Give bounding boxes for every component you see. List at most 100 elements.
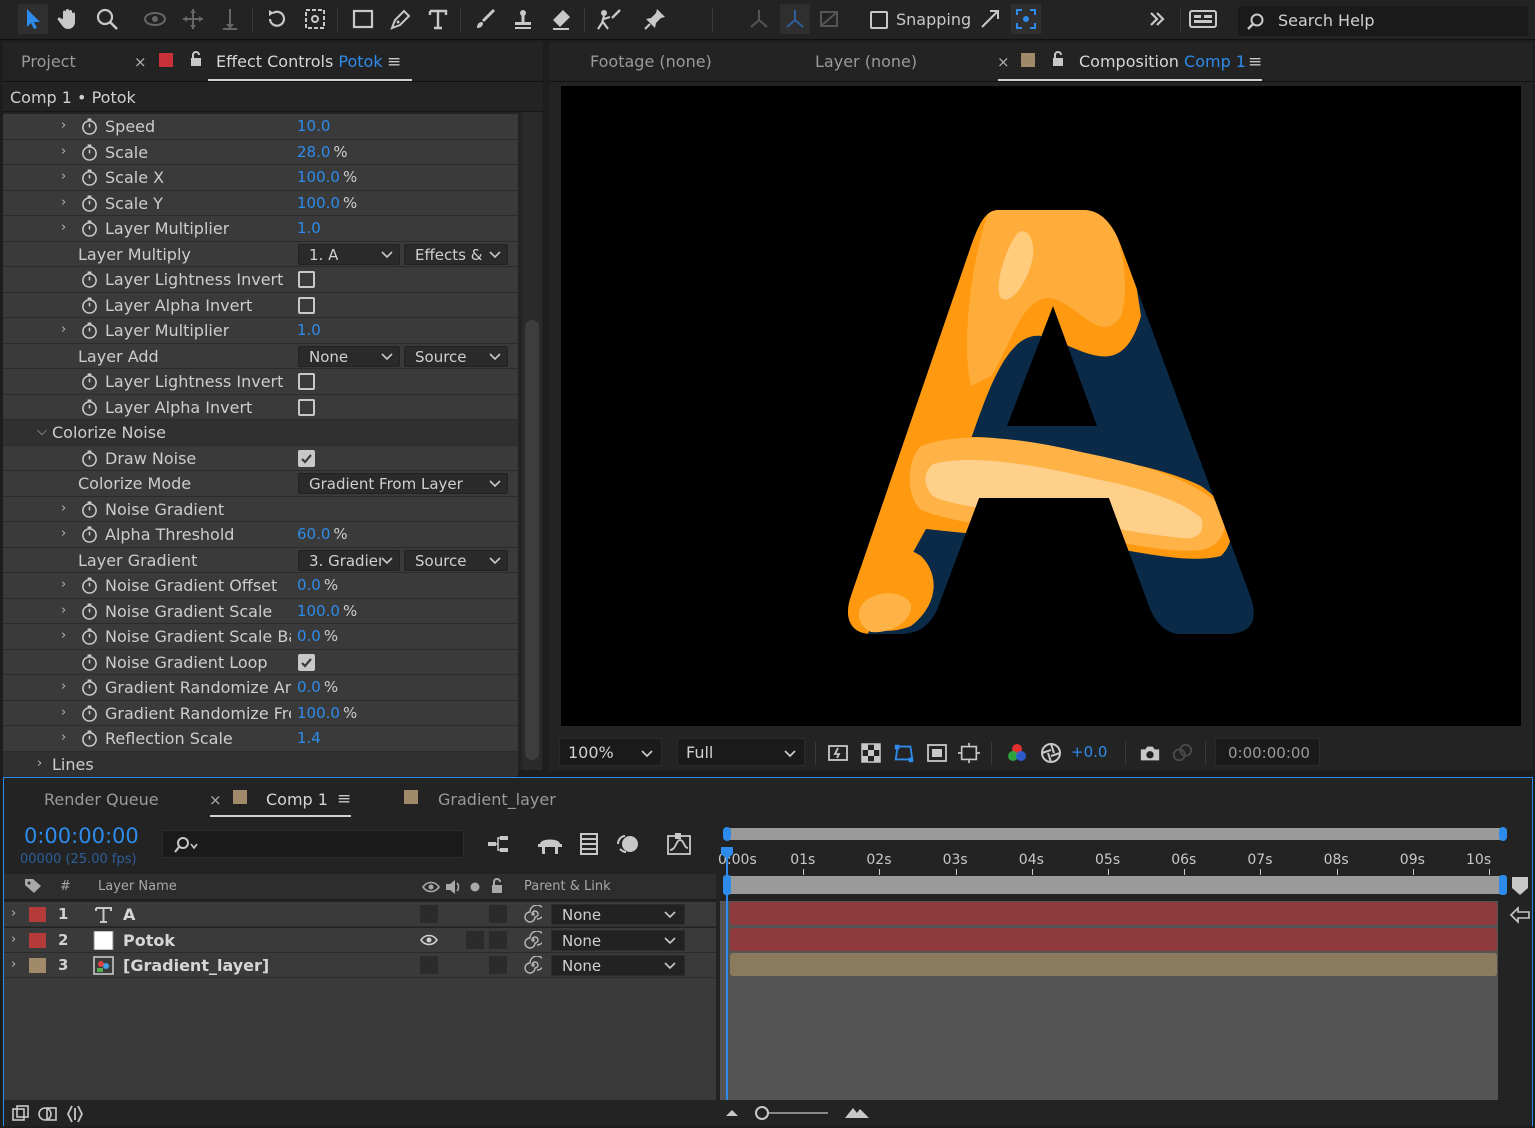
layer-select-dropdown[interactable]: None bbox=[298, 345, 400, 367]
effect-property-value[interactable]: 0.0% bbox=[297, 678, 338, 696]
layer-source-dropdown[interactable]: Source bbox=[404, 345, 508, 367]
composition-flowchart-icon[interactable] bbox=[486, 834, 514, 856]
chevron-right-icon[interactable]: › bbox=[61, 501, 66, 516]
anchor-point-tool-icon[interactable] bbox=[300, 4, 330, 34]
property-number[interactable]: 60.0 bbox=[297, 525, 330, 543]
property-number[interactable]: 100.0 bbox=[297, 704, 340, 722]
layer-search-input[interactable] bbox=[162, 830, 464, 858]
effect-property-value[interactable]: 100.0% bbox=[297, 704, 357, 722]
tab-comp-1[interactable]: Comp 1 bbox=[266, 790, 328, 809]
timeline-current-time[interactable]: 0:00:00:00 bbox=[24, 824, 139, 848]
stopwatch-icon[interactable] bbox=[81, 730, 98, 747]
pick-whip-icon[interactable] bbox=[524, 930, 542, 949]
lock-icon[interactable] bbox=[490, 878, 504, 894]
property-checkbox[interactable] bbox=[298, 449, 315, 467]
snap-edges-icon[interactable] bbox=[1011, 4, 1041, 34]
stopwatch-icon[interactable] bbox=[81, 373, 98, 390]
effect-property-row[interactable]: › Alpha Threshold 60.0% bbox=[3, 522, 518, 548]
stopwatch-icon[interactable] bbox=[81, 271, 98, 288]
effect-property-row[interactable]: Noise Gradient Loop bbox=[3, 649, 518, 675]
layer-list-empty-area[interactable] bbox=[4, 978, 716, 1100]
motion-blur-icon[interactable] bbox=[616, 833, 642, 855]
property-checkbox[interactable] bbox=[298, 653, 315, 671]
lock-icon[interactable] bbox=[1051, 51, 1065, 67]
chevron-right-icon[interactable]: › bbox=[61, 705, 66, 720]
effect-property-row[interactable]: › Scale 28.0% bbox=[3, 139, 518, 165]
zoom-tool-icon[interactable] bbox=[92, 4, 122, 34]
chevron-right-icon[interactable]: › bbox=[11, 957, 16, 972]
property-number[interactable]: 100.0 bbox=[297, 168, 340, 186]
effect-property-row[interactable]: ⌵ Colorize Noise bbox=[3, 420, 518, 446]
stopwatch-icon[interactable] bbox=[81, 169, 98, 186]
workspace-settings-icon[interactable] bbox=[1188, 4, 1218, 34]
stopwatch-icon[interactable] bbox=[81, 220, 98, 237]
property-checkbox[interactable] bbox=[298, 271, 315, 288]
close-icon[interactable]: × bbox=[209, 791, 222, 809]
tab-render-queue[interactable]: Render Queue bbox=[44, 790, 159, 809]
parent-dropdown[interactable]: None bbox=[551, 929, 685, 951]
stopwatch-icon[interactable] bbox=[81, 704, 98, 722]
video-switch[interactable] bbox=[420, 905, 438, 923]
layer-select-dropdown[interactable]: 3. Gradier bbox=[298, 549, 400, 571]
pen-tool-icon[interactable] bbox=[386, 4, 416, 34]
chevron-right-icon[interactable]: › bbox=[61, 577, 66, 592]
local-axis-icon[interactable] bbox=[744, 4, 774, 34]
work-area-end-handle[interactable] bbox=[1499, 875, 1507, 895]
chevron-right-icon[interactable]: › bbox=[61, 144, 66, 159]
composition-viewer[interactable] bbox=[561, 86, 1521, 726]
parent-dropdown[interactable]: None bbox=[551, 955, 685, 976]
property-number[interactable]: 100.0 bbox=[297, 602, 340, 620]
eraser-tool-icon[interactable] bbox=[546, 4, 576, 34]
effect-property-value[interactable]: 0.0% bbox=[297, 627, 338, 645]
stopwatch-icon[interactable] bbox=[81, 296, 98, 314]
effect-property-row[interactable]: Layer Gradient 3. Gradier Source bbox=[3, 547, 518, 573]
effect-property-row[interactable]: › Speed 10.0 bbox=[3, 114, 518, 140]
layer-name[interactable]: [Gradient_layer] bbox=[123, 956, 269, 975]
resolution-dropdown[interactable]: Full bbox=[677, 738, 805, 766]
chevron-right-icon[interactable]: › bbox=[61, 169, 66, 184]
tab-gradient-layer[interactable]: Gradient_layer bbox=[438, 790, 556, 809]
dolly-camera-icon[interactable] bbox=[215, 4, 245, 34]
time-ruler[interactable]: 0:00s 01s 02s 03s 04s 05s 06s 07s 08s 09s 10s bbox=[718, 844, 1505, 876]
transfer-controls-toggle-icon[interactable] bbox=[38, 1105, 58, 1123]
snapping-checkbox[interactable] bbox=[870, 11, 888, 29]
effect-property-row[interactable]: › Gradient Randomize Am 0.0% bbox=[3, 675, 518, 701]
current-time-display[interactable]: 0:00:00:00 bbox=[1215, 738, 1320, 766]
draft-3d-icon[interactable] bbox=[536, 834, 564, 856]
layer-label-color[interactable] bbox=[29, 958, 46, 973]
label-tag-icon[interactable] bbox=[24, 878, 42, 894]
pick-whip-icon[interactable] bbox=[524, 905, 542, 923]
chevron-right-icon[interactable]: › bbox=[61, 603, 66, 618]
effect-controls-scrollbar[interactable] bbox=[522, 112, 542, 770]
fast-previews-icon[interactable] bbox=[827, 742, 849, 764]
reset-exposure-icon[interactable] bbox=[1040, 742, 1062, 764]
stopwatch-icon[interactable] bbox=[81, 322, 98, 339]
scrollbar-thumb[interactable] bbox=[525, 320, 539, 760]
effect-property-row[interactable]: › Layer Multiplier 1.0 bbox=[3, 318, 518, 344]
property-checkbox[interactable] bbox=[298, 373, 315, 390]
selection-tool-icon[interactable] bbox=[18, 4, 48, 34]
comp-marker-bin-icon[interactable] bbox=[1511, 876, 1529, 896]
effect-property-value[interactable]: 60.0% bbox=[297, 525, 348, 543]
layer-name[interactable]: Potok bbox=[123, 931, 175, 950]
panel-menu-icon[interactable]: ≡ bbox=[337, 789, 351, 809]
effect-property-row[interactable]: › Scale Y 100.0% bbox=[3, 190, 518, 216]
effect-property-row[interactable]: Layer Alpha Invert bbox=[3, 292, 518, 318]
layer-select-dropdown[interactable]: 1. A bbox=[298, 243, 400, 265]
brush-tool-icon[interactable] bbox=[470, 4, 500, 34]
zoom-out-icon[interactable] bbox=[724, 1108, 740, 1118]
effect-property-value[interactable]: 100.0% bbox=[297, 168, 357, 186]
property-checkbox[interactable] bbox=[298, 398, 315, 416]
chevron-right-icon[interactable]: › bbox=[61, 526, 66, 541]
stopwatch-icon[interactable] bbox=[81, 602, 98, 620]
property-number[interactable]: 1.0 bbox=[297, 321, 321, 339]
effect-property-row[interactable]: › Noise Gradient Scale 100.0% bbox=[3, 598, 518, 624]
layer-switches-toggle-icon[interactable] bbox=[12, 1105, 30, 1123]
transparency-grid-icon[interactable] bbox=[860, 742, 882, 764]
roto-brush-tool-icon[interactable] bbox=[594, 4, 624, 34]
effect-property-value[interactable]: 100.0% bbox=[297, 602, 357, 620]
layer-duration-bar[interactable] bbox=[730, 902, 1497, 925]
tab-layer[interactable]: Layer (none) bbox=[815, 52, 917, 71]
layer-label-color[interactable] bbox=[29, 907, 46, 922]
chevron-right-icon[interactable]: › bbox=[61, 730, 66, 745]
